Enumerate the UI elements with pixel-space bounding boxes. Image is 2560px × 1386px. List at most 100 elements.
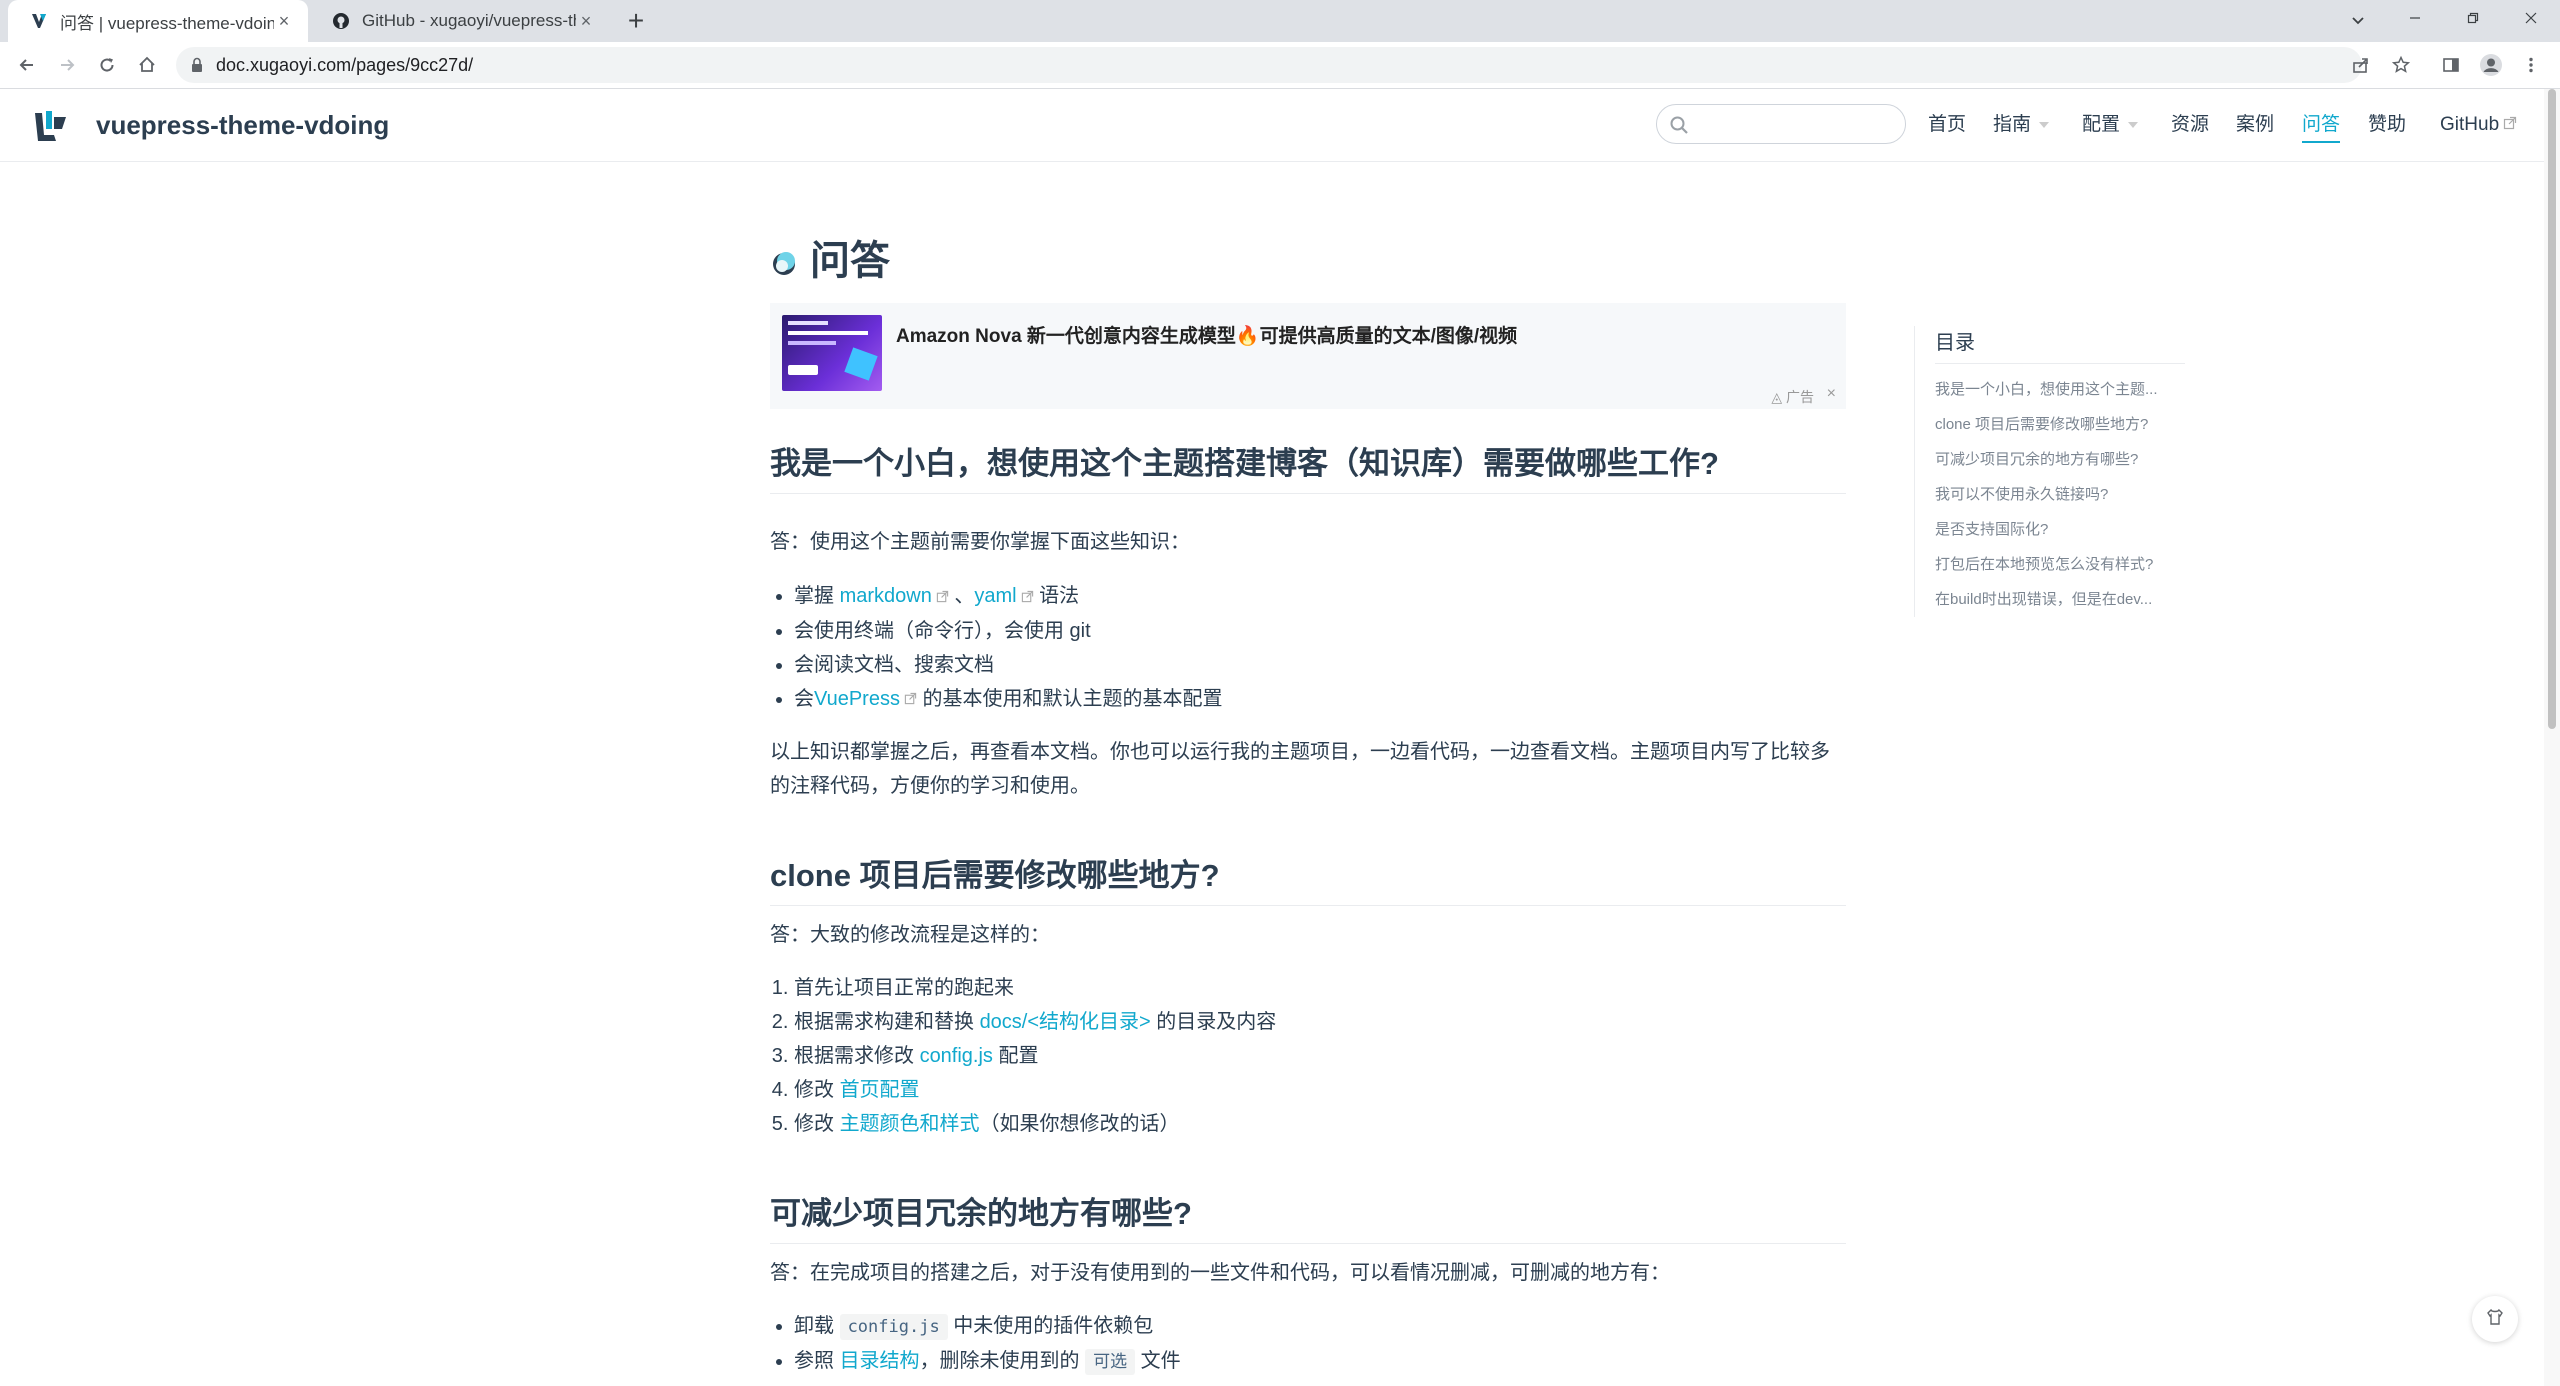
list-item: 修改 首页配置 [794, 1073, 1276, 1107]
text: 会 [794, 687, 814, 710]
section-intro: 答：使用这个主题前需要你掌握下面这些知识： [770, 531, 1190, 553]
list-item: 根据需求构建和替换 docs/<结构化目录> 的目录及内容 [794, 1005, 1276, 1039]
ad-title[interactable]: Amazon Nova 新一代创意内容生成模型🔥可提供高质量的文本/图像/视频 [896, 321, 1517, 348]
config-js-link[interactable]: config.js [920, 1045, 993, 1067]
text: 配置 [992, 1045, 1039, 1067]
ad-banner[interactable]: Amazon Nova 新一代创意内容生成模型🔥可提供高质量的文本/图像/视频 … [770, 303, 1846, 409]
search-icon [1669, 115, 1689, 135]
nav-github[interactable]: GitHub [2440, 89, 2517, 161]
section-heading: 我是一个小白，想使用这个主题搭建博客（知识库）需要做哪些工作? [770, 438, 1846, 494]
theme-style-link[interactable]: 主题颜色和样式 [840, 1113, 980, 1135]
ad-thumbnail[interactable] [782, 315, 882, 391]
reload-icon[interactable] [92, 50, 122, 80]
toc-item[interactable]: 打包后在本地预览怎么没有样式? [1935, 547, 2185, 582]
text: 语法 [1033, 585, 1080, 607]
text: 的基本使用和默认主题的基本配置 [916, 687, 1223, 710]
restore-icon[interactable] [2444, 0, 2502, 36]
toc-item[interactable]: clone 项目后需要修改哪些地方? [1935, 407, 2185, 442]
text: 中未使用的插件依赖包 [947, 1315, 1154, 1337]
menu-kebab-icon[interactable] [2516, 50, 2546, 80]
home-icon[interactable] [132, 50, 162, 80]
address-bar[interactable]: doc.xugaoyi.com/pages/9cc27d/ [176, 47, 2362, 83]
nav-label: 指南 [1993, 114, 2032, 135]
nav-label: GitHub [2440, 114, 2500, 136]
dir-structure-link[interactable]: 目录结构 [840, 1350, 920, 1372]
homepage-config-link[interactable]: 首页配置 [840, 1079, 920, 1101]
ad-close-icon[interactable]: × [1827, 385, 1836, 403]
section-heading: 可减少项目冗余的地方有哪些? [770, 1188, 1846, 1244]
toc-item[interactable]: 我可以不使用永久链接吗? [1935, 477, 2185, 512]
toc-item[interactable]: 可减少项目冗余的地方有哪些? [1935, 442, 2185, 477]
page-scrollbar[interactable] [2544, 89, 2560, 1386]
external-link-icon [1021, 580, 1034, 614]
tab-github[interactable]: GitHub - xugaoyi/vuepress-the × [310, 0, 610, 42]
nav-home[interactable]: 首页 [1928, 89, 1966, 161]
text: ，删除未使用到的 [919, 1350, 1086, 1372]
text: 修改 [794, 1113, 840, 1135]
text: 、 [948, 585, 975, 607]
scrollbar-thumb[interactable] [2548, 89, 2556, 729]
tab-active[interactable]: 问答 | vuepress-theme-vdoing × [8, 0, 308, 42]
tab-search-chevron-icon[interactable] [2344, 6, 2372, 34]
steps-list: 首先让项目正常的跑起来 根据需求构建和替换 docs/<结构化目录> 的目录及内… [770, 971, 1276, 1141]
reduce-list: 卸载 config.js 中未使用的插件依赖包 参照 目录结构，删除未使用到的 … [770, 1309, 1181, 1379]
side-panel-icon[interactable] [2436, 50, 2466, 80]
external-link-icon [904, 682, 917, 716]
toc-item[interactable]: 是否支持国际化? [1935, 512, 2185, 547]
nav-label: 问答 [2302, 114, 2341, 143]
list-item: 会使用终端（命令行），会使用 git [794, 614, 1223, 648]
text: 掌握 [794, 585, 840, 607]
vdoing-logo-icon[interactable] [32, 107, 70, 145]
external-link-icon [936, 580, 949, 614]
toc-title: 目录 [1935, 326, 2185, 364]
external-link-icon [2503, 89, 2517, 161]
list-item: 会VuePress 的基本使用和默认主题的基本配置 [794, 682, 1223, 717]
nav-cases[interactable]: 案例 [2236, 89, 2274, 161]
tab-title: 问答 | vuepress-theme-vdoing [60, 13, 274, 33]
list-item: 会阅读文档、搜索文档 [794, 648, 1223, 682]
ad-label[interactable]: ◬ 广告 [1771, 387, 1814, 407]
toc-item[interactable]: 我是一个小白，想使用这个主题... [1935, 372, 2185, 407]
title-decoration-icon [770, 242, 800, 275]
toc-item[interactable]: 在build时出现错误，但是在dev... [1935, 582, 2185, 617]
url-text: doc.xugaoyi.com/pages/9cc27d/ [216, 55, 474, 75]
list-item: 首先让项目正常的跑起来 [794, 971, 1276, 1005]
vdoing-favicon-icon [30, 12, 48, 30]
yaml-link[interactable]: yaml [974, 585, 1016, 607]
list-item: 掌握 markdown 、yaml 语法 [794, 579, 1223, 614]
profile-avatar-icon[interactable] [2476, 50, 2506, 80]
site-search-box[interactable] [1656, 104, 1906, 144]
minimize-icon[interactable] [2386, 0, 2444, 36]
nav-guide[interactable]: 指南 [1993, 89, 2050, 161]
nav-label: 赞助 [2368, 114, 2407, 135]
forward-arrow-icon[interactable] [52, 50, 82, 80]
list-item: 修改 主题颜色和样式（如果你想修改的话） [794, 1107, 1276, 1141]
share-icon[interactable] [2346, 50, 2376, 80]
back-arrow-icon[interactable] [12, 50, 42, 80]
bookmark-star-icon[interactable] [2386, 50, 2416, 80]
nav-label: 首页 [1928, 114, 1967, 135]
theme-mode-button[interactable] [2472, 1296, 2518, 1342]
nav-faq[interactable]: 问答 [2302, 89, 2341, 161]
new-tab-icon[interactable]: + [622, 7, 650, 36]
close-tab-icon[interactable]: × [274, 11, 294, 31]
close-window-icon[interactable] [2502, 0, 2560, 36]
caret-down-icon [2039, 121, 2050, 128]
table-of-contents: 目录 我是一个小白，想使用这个主题... clone 项目后需要修改哪些地方? … [1914, 326, 2185, 617]
nav-config[interactable]: 配置 [2082, 89, 2139, 161]
page-title-text: 问答 [810, 239, 890, 283]
text: 文件 [1135, 1350, 1181, 1372]
site-navbar: vuepress-theme-vdoing 首页 指南 配置 资源 案例 问答 … [0, 89, 2560, 162]
vuepress-link[interactable]: VuePress [814, 688, 900, 710]
close-tab-icon[interactable]: × [576, 11, 596, 31]
markdown-link[interactable]: markdown [840, 585, 932, 607]
search-input[interactable] [1697, 109, 1897, 141]
inline-code: config.js [839, 1314, 948, 1340]
knowledge-list: 掌握 markdown 、yaml 语法 会使用终端（命令行），会使用 git … [770, 579, 1223, 716]
list-item: 参照 目录结构，删除未使用到的 可选 文件 [794, 1344, 1181, 1379]
site-title[interactable]: vuepress-theme-vdoing [96, 89, 389, 161]
nav-sponsor[interactable]: 赞助 [2368, 89, 2406, 161]
docs-dir-link[interactable]: docs/<结构化目录> [980, 1011, 1151, 1033]
nav-resources[interactable]: 资源 [2171, 89, 2209, 161]
text: 卸载 [794, 1315, 840, 1337]
